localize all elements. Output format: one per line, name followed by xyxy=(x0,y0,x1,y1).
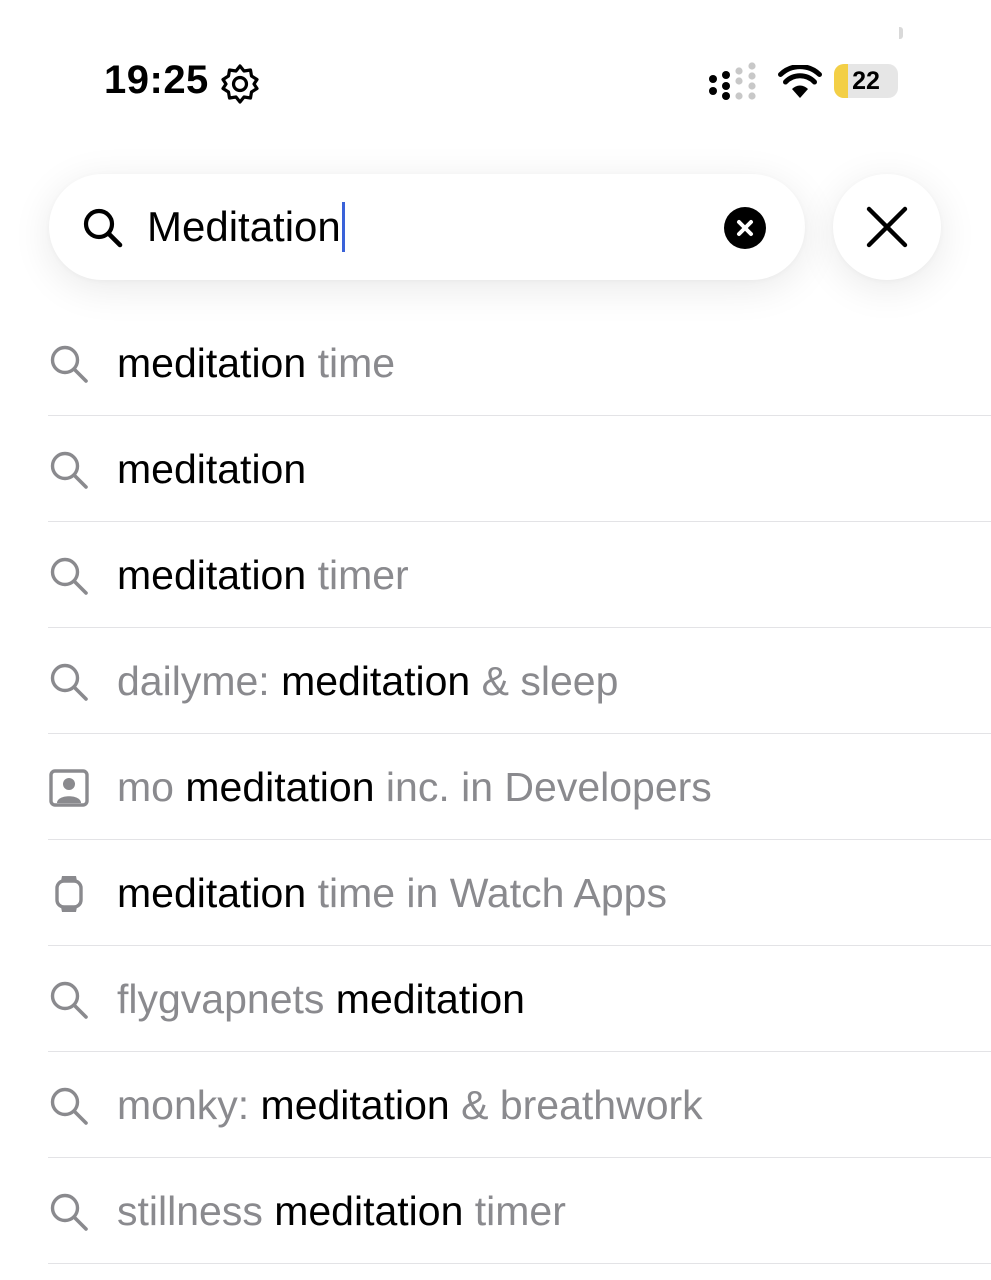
suggestion-label: meditation time xyxy=(117,337,395,389)
suggestion-extra-text: time xyxy=(306,340,396,386)
suggestion-match-text: meditation xyxy=(117,446,307,492)
suggestion-extra-text: time in Watch Apps xyxy=(306,870,667,916)
suggestion-match-text: meditation xyxy=(281,658,471,704)
suggestion-item[interactable]: meditation time in Watch Apps xyxy=(48,840,991,946)
suggestion-label: meditation time in Watch Apps xyxy=(117,867,667,919)
gear-icon xyxy=(221,64,259,104)
suggestion-match-text: meditation xyxy=(260,1082,450,1128)
search-icon xyxy=(48,1191,90,1233)
battery-tip xyxy=(899,27,903,39)
search-field[interactable]: Meditation xyxy=(49,174,805,280)
suggestion-item[interactable]: mo meditation inc. in Developers xyxy=(48,734,991,840)
clear-icon xyxy=(737,220,753,236)
search-row: Meditation xyxy=(0,174,991,282)
suggestion-extra-text: inc. in Developers xyxy=(374,764,712,810)
suggestion-label: meditation xyxy=(117,443,306,495)
suggestion-item[interactable]: meditation xyxy=(48,416,991,522)
suggestion-item[interactable]: meditation timer xyxy=(48,522,991,628)
suggestion-extra-text: mo xyxy=(117,764,186,810)
status-time: 19:25 xyxy=(104,58,209,102)
suggestion-match-text: meditation xyxy=(117,870,307,916)
suggestion-label: flygvapnets meditation xyxy=(117,973,525,1025)
suggestion-extra-text: & breathwork xyxy=(449,1082,703,1128)
search-query: Meditation xyxy=(147,203,341,250)
status-bar: 19:25 22 xyxy=(0,48,991,118)
search-icon xyxy=(48,979,90,1021)
suggestion-match-text: meditation xyxy=(274,1188,464,1234)
suggestion-item[interactable]: dailyme: meditation & sleep xyxy=(48,628,991,734)
text-caret xyxy=(341,202,345,252)
suggestion-label: meditation timer xyxy=(117,549,409,601)
suggestion-extra-text: stillness xyxy=(117,1188,275,1234)
search-icon xyxy=(48,555,90,597)
app-store-search-screen: 19:25 22 Meditation meditation time medi… xyxy=(0,0,991,1280)
suggestion-item[interactable]: flygvapnets meditation xyxy=(48,946,991,1052)
developer-icon xyxy=(48,767,90,809)
battery-level: 22 xyxy=(852,67,880,95)
watch-icon xyxy=(48,873,90,915)
cellular-signal-icon xyxy=(709,62,756,100)
suggestion-match-text: meditation xyxy=(117,552,307,598)
search-icon xyxy=(83,208,123,248)
search-icon xyxy=(48,343,90,385)
cancel-search-button[interactable] xyxy=(833,174,941,280)
wifi-icon xyxy=(778,65,822,98)
suggestion-match-text: meditation xyxy=(335,976,525,1022)
suggestion-label: dailyme: meditation & sleep xyxy=(117,655,618,707)
suggestion-extra-text: timer xyxy=(463,1188,566,1234)
suggestion-label: stillness meditation timer xyxy=(117,1185,566,1237)
suggestion-item[interactable]: stillness meditation timer xyxy=(48,1158,991,1264)
battery-indicator: 22 xyxy=(834,64,898,98)
suggestion-label: monky: meditation & breathwork xyxy=(117,1079,703,1131)
suggestion-extra-text: timer xyxy=(306,552,409,598)
suggestion-extra-text: dailyme: xyxy=(117,658,282,704)
suggestion-match-text: meditation xyxy=(185,764,375,810)
suggestion-item[interactable]: meditation time xyxy=(48,310,991,416)
suggestion-extra-text: monky: xyxy=(117,1082,261,1128)
search-icon xyxy=(48,449,90,491)
search-suggestions-list: meditation time meditation meditation time… xyxy=(48,310,991,1264)
suggestion-match-text: meditation xyxy=(117,340,307,386)
suggestion-extra-text: & sleep xyxy=(470,658,619,704)
clear-search-button[interactable] xyxy=(724,207,766,249)
search-icon xyxy=(48,1085,90,1127)
suggestion-item[interactable]: monky: meditation & breathwork xyxy=(48,1052,991,1158)
suggestion-extra-text: flygvapnets xyxy=(117,976,336,1022)
suggestion-label: mo meditation inc. in Developers xyxy=(117,761,712,813)
search-input[interactable]: Meditation xyxy=(147,200,345,254)
search-icon xyxy=(48,661,90,703)
close-icon xyxy=(866,206,908,248)
